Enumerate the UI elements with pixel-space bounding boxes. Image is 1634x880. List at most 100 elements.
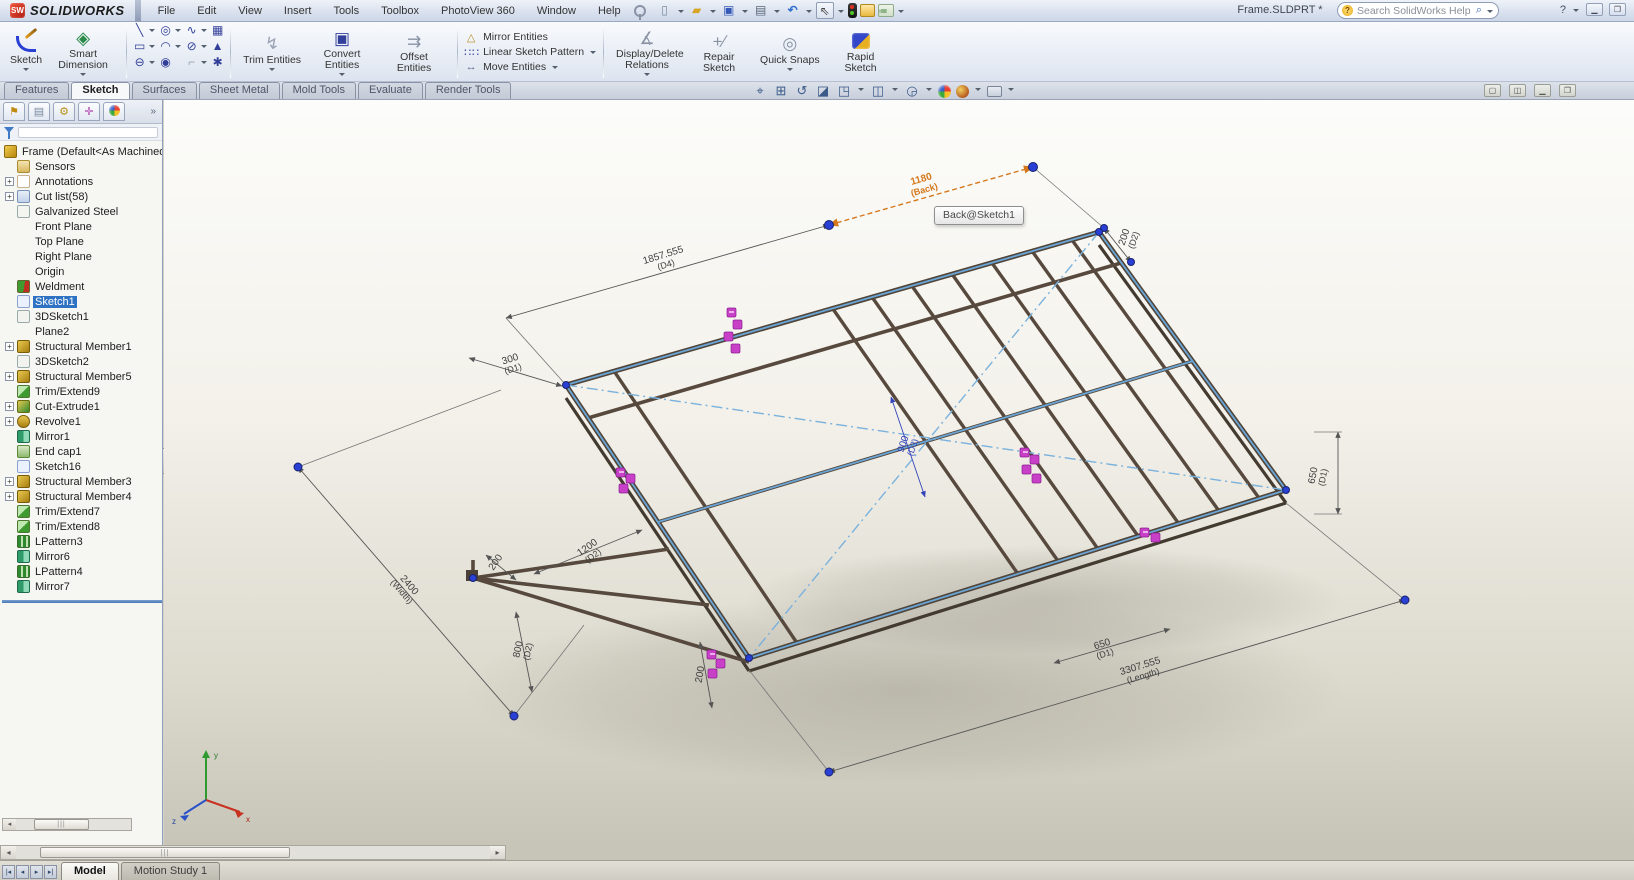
tree-item[interactable]: Top Plane: [2, 234, 162, 249]
command-tab[interactable]: Sheet Metal: [199, 82, 280, 99]
taskpane-dropdown-icon[interactable]: [898, 10, 904, 16]
rectangle-tool-icon[interactable]: ▭: [132, 39, 147, 53]
help-icon[interactable]: ?: [1560, 4, 1566, 16]
tree-item[interactable]: Structural Member3: [2, 474, 162, 489]
ellipse-tool-icon[interactable]: ⊘: [184, 39, 199, 53]
spline-dropdown-icon[interactable]: [201, 29, 207, 35]
panel-scroll-thumb[interactable]: |||: [34, 819, 89, 830]
convert-dropdown-icon[interactable]: [339, 73, 345, 79]
tree-item[interactable]: Sketch16: [2, 459, 162, 474]
convert-entities-button[interactable]: ▣ Convert Entities: [306, 25, 378, 78]
previous-view-icon[interactable]: ↺: [794, 83, 810, 99]
tree-item[interactable]: Cut list(58): [2, 189, 162, 204]
tree-item[interactable]: Front Plane: [2, 219, 162, 234]
pin-icon[interactable]: [634, 5, 646, 17]
panel-splitter[interactable]: [2, 600, 162, 603]
relations-dropdown-icon[interactable]: [644, 73, 650, 79]
text-tool-icon[interactable]: ✱: [210, 55, 225, 69]
tree-expand-icon[interactable]: [5, 342, 14, 351]
tree-item[interactable]: Right Plane: [2, 249, 162, 264]
panel-scrollbar[interactable]: ◂ |||: [2, 818, 132, 831]
study-tab[interactable]: Model: [61, 862, 119, 880]
command-tab[interactable]: Evaluate: [358, 82, 423, 99]
display-style-icon[interactable]: ◫: [870, 83, 886, 99]
polygon-tool-icon[interactable]: ▲: [210, 39, 225, 53]
menu-item[interactable]: File: [149, 3, 185, 19]
tree-item[interactable]: 3DSketch2: [2, 354, 162, 369]
circle-dropdown-icon[interactable]: [175, 29, 181, 35]
tree-item[interactable]: Mirror6: [2, 549, 162, 564]
open-dropdown-icon[interactable]: [710, 10, 716, 16]
graphics-viewport[interactable]: 1857.555(D4) 1180(Back) 200(D2) 300(D1) …: [164, 100, 1634, 845]
spline-tool-icon[interactable]: ∿: [184, 23, 199, 37]
smart-dimension-dropdown-icon[interactable]: [80, 73, 86, 79]
tree-expand-icon[interactable]: [5, 177, 14, 186]
point-tool-icon[interactable]: ◉: [158, 55, 173, 69]
section-view-icon[interactable]: ◪: [815, 83, 831, 99]
next-study-icon[interactable]: ▸: [30, 865, 43, 879]
search-dropdown-icon[interactable]: [1487, 10, 1493, 16]
study-tab[interactable]: Motion Study 1: [121, 862, 220, 880]
view-settings-dropdown-icon[interactable]: [1008, 88, 1014, 94]
new-dropdown-icon[interactable]: [678, 10, 684, 16]
tree-item[interactable]: Galvanized Steel: [2, 204, 162, 219]
zoom-to-area-icon[interactable]: ⊞: [773, 83, 789, 99]
search-icon[interactable]: ⌕: [1476, 4, 1482, 17]
tree-item[interactable]: Sensors: [2, 159, 162, 174]
last-study-icon[interactable]: ▸|: [44, 865, 57, 879]
open-icon[interactable]: ▰: [688, 2, 706, 19]
tree-item[interactable]: Structural Member1: [2, 339, 162, 354]
doc-split-icon[interactable]: ◫: [1509, 84, 1526, 97]
command-tab[interactable]: Mold Tools: [282, 82, 356, 99]
view-orientation-icon[interactable]: ◳: [836, 83, 852, 99]
menu-item[interactable]: Toolbox: [372, 3, 428, 19]
help-dropdown-icon[interactable]: [1573, 9, 1579, 15]
tree-expand-icon[interactable]: [5, 492, 14, 501]
save-icon[interactable]: ▣: [720, 2, 738, 19]
ellipse-dropdown-icon[interactable]: [201, 45, 207, 51]
tree-item[interactable]: Origin: [2, 264, 162, 279]
appearance-dropdown-icon[interactable]: [975, 88, 981, 94]
panel-scroll-left-icon[interactable]: ◂: [3, 819, 16, 830]
hide-show-dropdown-icon[interactable]: [926, 88, 932, 94]
undo-icon[interactable]: ↶: [784, 2, 802, 19]
dimension-label-300[interactable]: 300(D1): [500, 352, 523, 376]
move-entities-button[interactable]: ↔ Move Entities: [464, 61, 597, 73]
configurationmanager-tab-icon[interactable]: ⚙: [53, 102, 75, 121]
circle-tool-icon[interactable]: ◎: [158, 23, 173, 37]
help-search-box[interactable]: ? Search SolidWorks Help ⌕: [1337, 2, 1499, 19]
menu-item[interactable]: View: [229, 3, 271, 19]
offset-entities-button[interactable]: ⇉ Offset Entities: [378, 28, 450, 75]
task-pane-icon[interactable]: ≔: [878, 4, 894, 17]
dimension-label-200-top[interactable]: 200(D2): [1117, 227, 1141, 250]
save-dropdown-icon[interactable]: [742, 10, 748, 16]
tree-item[interactable]: Revolve1: [2, 414, 162, 429]
print-icon[interactable]: ▤: [752, 2, 770, 19]
dimxpertmanager-tab-icon[interactable]: ✛: [78, 102, 100, 121]
tree-item[interactable]: Mirror7: [2, 579, 162, 594]
tree-expand-icon[interactable]: [5, 417, 14, 426]
smart-dimension-button[interactable]: ◈ Smart Dimension: [47, 25, 119, 78]
scroll-thumb[interactable]: |||: [40, 847, 290, 858]
menu-item[interactable]: Help: [589, 3, 630, 19]
print-dropdown-icon[interactable]: [774, 10, 780, 16]
featuremanager-tab-icon[interactable]: ⚑: [3, 102, 25, 121]
rapid-sketch-button[interactable]: Rapid Sketch: [825, 28, 897, 75]
new-document-icon[interactable]: ▯: [656, 2, 674, 19]
sketch-pattern-icon[interactable]: ▦: [210, 23, 225, 37]
tree-item[interactable]: Cut-Extrude1: [2, 399, 162, 414]
command-tab[interactable]: Render Tools: [425, 82, 512, 99]
command-tab[interactable]: Surfaces: [132, 82, 197, 99]
menu-item[interactable]: Edit: [188, 3, 225, 19]
display-delete-relations-button[interactable]: ∡ Display/Delete Relations: [611, 25, 683, 78]
tree-item[interactable]: LPattern4: [2, 564, 162, 579]
line-dropdown-icon[interactable]: [149, 29, 155, 35]
doc-pane-icon[interactable]: ▢: [1484, 84, 1501, 97]
line-tool-icon[interactable]: ╲: [132, 23, 147, 37]
sketch-dropdown-icon[interactable]: [23, 68, 29, 74]
dimension-label-200-hitch[interactable]: 200: [487, 552, 506, 572]
tree-item[interactable]: LPattern3: [2, 534, 162, 549]
fillet-dropdown-icon[interactable]: [201, 61, 207, 67]
tree-item[interactable]: Mirror1: [2, 429, 162, 444]
move-dropdown-icon[interactable]: [552, 66, 558, 72]
